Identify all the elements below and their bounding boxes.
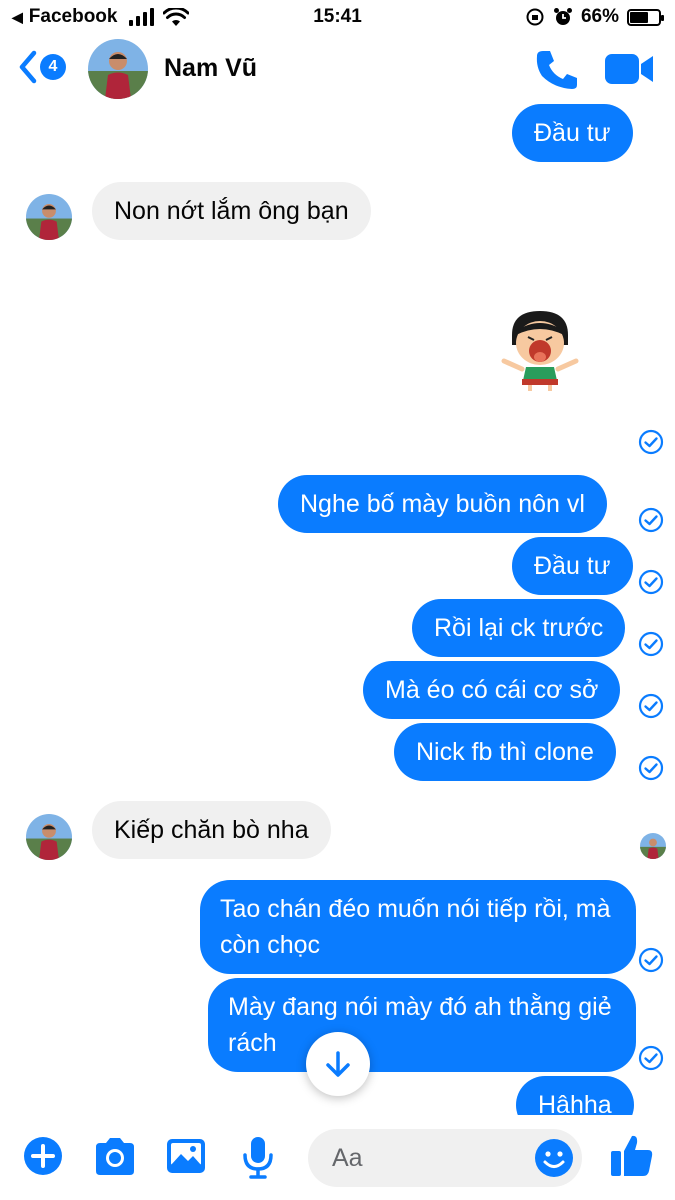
- battery-icon: [627, 8, 664, 26]
- back-button[interactable]: 4: [18, 50, 66, 84]
- check-circle-icon: [638, 1045, 664, 1071]
- laughing-girl-sticker[interactable]: [498, 305, 582, 393]
- image-icon[interactable]: [164, 1135, 208, 1177]
- arrow-down-icon: [326, 1051, 350, 1077]
- check-circle-icon: [638, 947, 664, 973]
- camera-icon[interactable]: [92, 1135, 138, 1177]
- phone-icon[interactable]: [534, 48, 580, 90]
- check-circle-icon: [638, 631, 664, 657]
- microphone-icon[interactable]: [240, 1135, 276, 1179]
- message-bubble-incoming[interactable]: Non nớt lắm ông bạn: [92, 182, 371, 240]
- check-circle-icon: [638, 755, 664, 781]
- message-bubble-outgoing[interactable]: Rồi lại ck trước: [412, 599, 626, 657]
- status-bar: ◀ Facebook 15:41 66%: [0, 0, 675, 34]
- unread-badge: 4: [40, 54, 66, 80]
- seen-receipt-avatar: [640, 833, 666, 859]
- message-bubble-outgoing[interactable]: Nick fb thì clone: [394, 723, 616, 781]
- message-bubble-outgoing[interactable]: Mày đang nói mày đó ah thằng giẻ rách: [208, 978, 636, 1072]
- emoji-icon[interactable]: [534, 1138, 574, 1178]
- conversation-header: 4 Nam Vũ: [0, 34, 675, 106]
- message-bubble-outgoing[interactable]: Nghe bố mày buồn nôn vl: [278, 475, 607, 533]
- check-circle-icon: [638, 507, 664, 533]
- check-circle-icon: [638, 693, 664, 719]
- message-bubble-outgoing[interactable]: Tao chán đéo muốn nói tiếp rồi, mà còn c…: [200, 880, 636, 974]
- message-input[interactable]: Aa: [308, 1129, 582, 1187]
- message-bubble-outgoing[interactable]: Đầu tư: [512, 104, 633, 162]
- message-bubble-outgoing[interactable]: Mà éo có cái cơ sở: [363, 661, 621, 719]
- message-bubble-incoming[interactable]: Kiếp chăn bò nha: [92, 801, 331, 859]
- contact-avatar-small[interactable]: [26, 194, 72, 240]
- thumbs-up-icon[interactable]: [608, 1131, 656, 1179]
- rotation-lock-icon: [526, 8, 544, 26]
- alarm-icon: [553, 8, 572, 25]
- message-input-placeholder: Aa: [332, 1144, 363, 1172]
- plus-icon[interactable]: [22, 1135, 64, 1177]
- contact-avatar[interactable]: [88, 39, 148, 99]
- battery-percent: 66%: [580, 6, 619, 27]
- video-camera-icon[interactable]: [604, 52, 654, 86]
- contact-avatar-small[interactable]: [26, 814, 72, 860]
- message-composer: Aa: [0, 1115, 675, 1200]
- scroll-to-bottom-button[interactable]: [306, 1032, 370, 1096]
- message-bubble-outgoing[interactable]: Đầu tư: [512, 537, 633, 595]
- check-circle-icon: [638, 569, 664, 595]
- contact-name[interactable]: Nam Vũ: [164, 54, 257, 83]
- back-chevron-icon: [19, 50, 37, 84]
- check-circle-icon: [638, 429, 664, 455]
